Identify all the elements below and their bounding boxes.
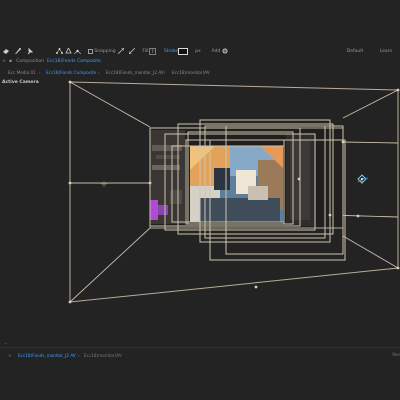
render-label[interactable]: Ren <box>392 352 400 357</box>
crumb-item-4[interactable]: Ecc18(monitor)AV <box>172 70 210 75</box>
null-object-icon[interactable] <box>357 174 369 184</box>
crumb-item-3[interactable]: Ecc18(Fonds_monitor_J2 AV <box>106 70 164 75</box>
timeline-breadcrumb: × Ecc18(Fonds_monitor_J2 AV › Ecc18(moni… <box>0 350 400 360</box>
active-camera-label: Active Camera <box>2 80 39 85</box>
chevron-right-icon: › <box>164 70 166 75</box>
crumb-item-2[interactable]: Ecc18(Fonds Composite <box>46 70 96 75</box>
after-effects-window: Snapping Fill ? Stroke px Add Default Le… <box>0 0 400 400</box>
fill-label: Fill <box>142 48 149 54</box>
crumb-item-1[interactable]: Ecc Media 01 <box>8 70 36 75</box>
chevron-right-icon: › <box>39 70 41 75</box>
help-key: ? <box>149 47 156 55</box>
panel-composition-value[interactable]: Ecc18(Fonds Composite <box>47 59 101 64</box>
panel-divider <box>0 347 400 348</box>
timeline-item-1[interactable]: Ecc18(Fonds_monitor_J2 AV <box>18 353 76 358</box>
timeline-item-2[interactable]: Ecc18(monitor)AV <box>84 353 122 358</box>
photo-content <box>190 146 283 222</box>
chevron-right-icon: › <box>98 70 100 75</box>
composition-flowchart: Ecc Media 01 › Ecc18(Fonds Composite › E… <box>0 67 400 77</box>
composite-image-layer[interactable] <box>149 127 344 229</box>
panel-label: Composition <box>16 59 45 64</box>
anchor-point-icon[interactable] <box>101 181 107 187</box>
close-tab-icon[interactable]: × <box>2 59 6 64</box>
chevron-right-icon: › <box>78 353 80 358</box>
timeline-close-icon[interactable]: × <box>8 353 12 358</box>
lock-icon[interactable]: ▪ <box>9 59 12 64</box>
